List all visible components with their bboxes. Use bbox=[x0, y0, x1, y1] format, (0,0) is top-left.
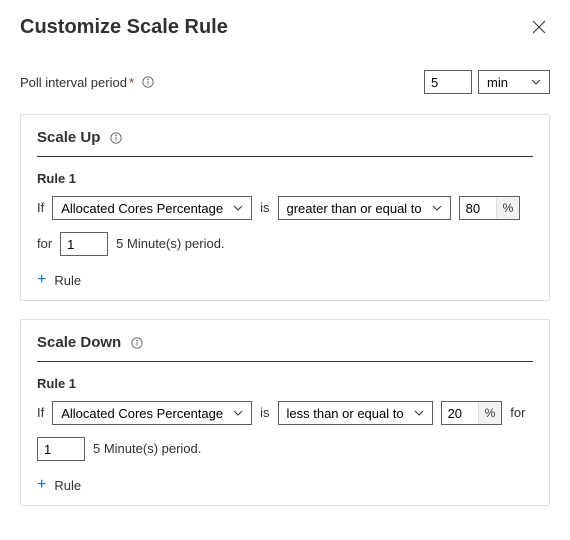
poll-interval-row: Poll interval period* min bbox=[20, 70, 550, 94]
poll-interval-input[interactable] bbox=[424, 70, 472, 94]
if-text: If bbox=[37, 399, 44, 427]
close-button[interactable] bbox=[528, 16, 550, 42]
info-icon[interactable] bbox=[131, 337, 143, 349]
scale-down-period-text: 5 Minute(s) period. bbox=[93, 435, 201, 463]
is-text: is bbox=[260, 194, 269, 222]
scale-up-metric-select[interactable]: Allocated Cores Percentage bbox=[52, 196, 252, 220]
scale-down-title: Scale Down bbox=[37, 334, 121, 351]
scale-up-threshold-input[interactable] bbox=[460, 197, 496, 219]
add-rule-label: Rule bbox=[54, 478, 81, 493]
scale-up-threshold-input-wrap: % bbox=[459, 196, 521, 220]
poll-interval-label: Poll interval period* bbox=[20, 75, 134, 90]
scale-down-metric-select[interactable]: Allocated Cores Percentage bbox=[52, 401, 252, 425]
scale-down-add-rule-button[interactable]: + Rule bbox=[37, 477, 81, 493]
required-indicator: * bbox=[129, 75, 134, 90]
add-rule-label: Rule bbox=[54, 273, 81, 288]
scale-up-add-rule-button[interactable]: + Rule bbox=[37, 272, 81, 288]
info-icon[interactable] bbox=[142, 76, 154, 88]
percent-suffix: % bbox=[478, 402, 502, 424]
scale-down-card: Scale Down Rule 1 If Allocated Cores Per… bbox=[20, 319, 550, 506]
scale-up-operator-select[interactable]: greater than or equal to bbox=[278, 196, 451, 220]
for-text: for bbox=[510, 399, 525, 427]
info-icon[interactable] bbox=[110, 132, 122, 144]
scale-up-periods-input[interactable] bbox=[60, 232, 108, 256]
scale-down-threshold-input[interactable] bbox=[442, 402, 478, 424]
chevron-down-icon bbox=[531, 77, 541, 87]
scale-down-periods-input[interactable] bbox=[37, 437, 85, 461]
page-title: Customize Scale Rule bbox=[20, 16, 228, 39]
scale-up-rule-label: Rule 1 bbox=[37, 171, 533, 186]
plus-icon: + bbox=[37, 477, 46, 493]
scale-up-card: Scale Up Rule 1 If Allocated Cores Perce… bbox=[20, 114, 550, 301]
close-icon bbox=[532, 20, 546, 34]
percent-suffix: % bbox=[496, 197, 520, 219]
chevron-down-icon bbox=[414, 408, 424, 418]
scale-down-rule-label: Rule 1 bbox=[37, 376, 533, 391]
chevron-down-icon bbox=[233, 408, 243, 418]
is-text: is bbox=[260, 399, 269, 427]
if-text: If bbox=[37, 194, 44, 222]
plus-icon: + bbox=[37, 272, 46, 288]
scale-down-threshold-input-wrap: % bbox=[441, 401, 503, 425]
chevron-down-icon bbox=[233, 203, 243, 213]
chevron-down-icon bbox=[432, 203, 442, 213]
scale-up-title: Scale Up bbox=[37, 129, 100, 146]
poll-unit-value: min bbox=[487, 75, 508, 90]
for-text: for bbox=[37, 230, 52, 258]
scale-down-operator-select[interactable]: less than or equal to bbox=[278, 401, 433, 425]
poll-unit-select[interactable]: min bbox=[478, 70, 550, 94]
scale-up-period-text: 5 Minute(s) period. bbox=[116, 230, 224, 258]
